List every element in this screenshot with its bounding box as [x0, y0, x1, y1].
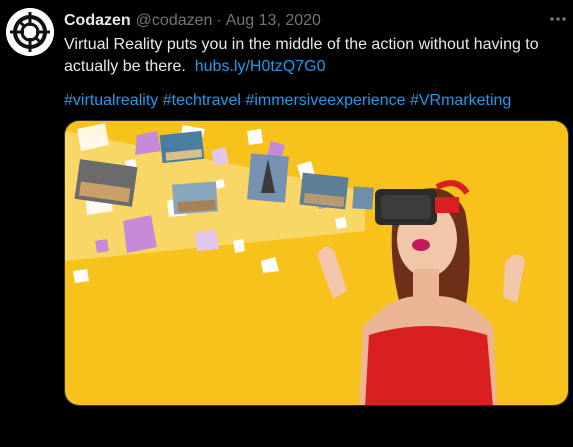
more-options-icon — [550, 17, 566, 21]
hashtag-techtravel[interactable]: #techtravel — [163, 92, 241, 109]
tweet-text-line-2: actually be there. hubs.ly/H0tzQ7G0 — [64, 56, 559, 78]
tweet-header: Codazen @codazen · Aug 13, 2020 — [64, 10, 321, 32]
hashtag-list: #virtualreality #techtravel #immersiveex… — [64, 90, 511, 112]
user-handle[interactable]: @codazen — [136, 12, 213, 30]
tweet-text-line-1: Virtual Reality puts you in the middle o… — [64, 36, 539, 53]
hashtag-vrmarketing[interactable]: #VRmarketing — [410, 92, 511, 109]
tweet-date[interactable]: Aug 13, 2020 — [226, 12, 321, 30]
tweet-text-line-2-content: actually be there. — [64, 58, 186, 75]
avatar[interactable] — [6, 8, 54, 56]
display-name[interactable]: Codazen — [64, 12, 131, 30]
tweet[interactable]: Codazen @codazen · Aug 13, 2020 Virtual … — [0, 0, 573, 447]
tweet-link[interactable]: hubs.ly/H0tzQ7G0 — [195, 58, 326, 75]
codazen-logo-icon — [6, 8, 54, 56]
hashtag-virtualreality[interactable]: #virtualreality — [64, 92, 158, 109]
header-separator: · — [216, 12, 222, 29]
tweet-text: Virtual Reality puts you in the middle o… — [64, 34, 559, 78]
hashtag-immersiveexperience[interactable]: #immersiveexperience — [245, 92, 405, 109]
vr-headset-woman-illustration — [65, 121, 568, 405]
more-options-button[interactable] — [548, 10, 568, 28]
tweet-media-image[interactable] — [64, 120, 569, 406]
